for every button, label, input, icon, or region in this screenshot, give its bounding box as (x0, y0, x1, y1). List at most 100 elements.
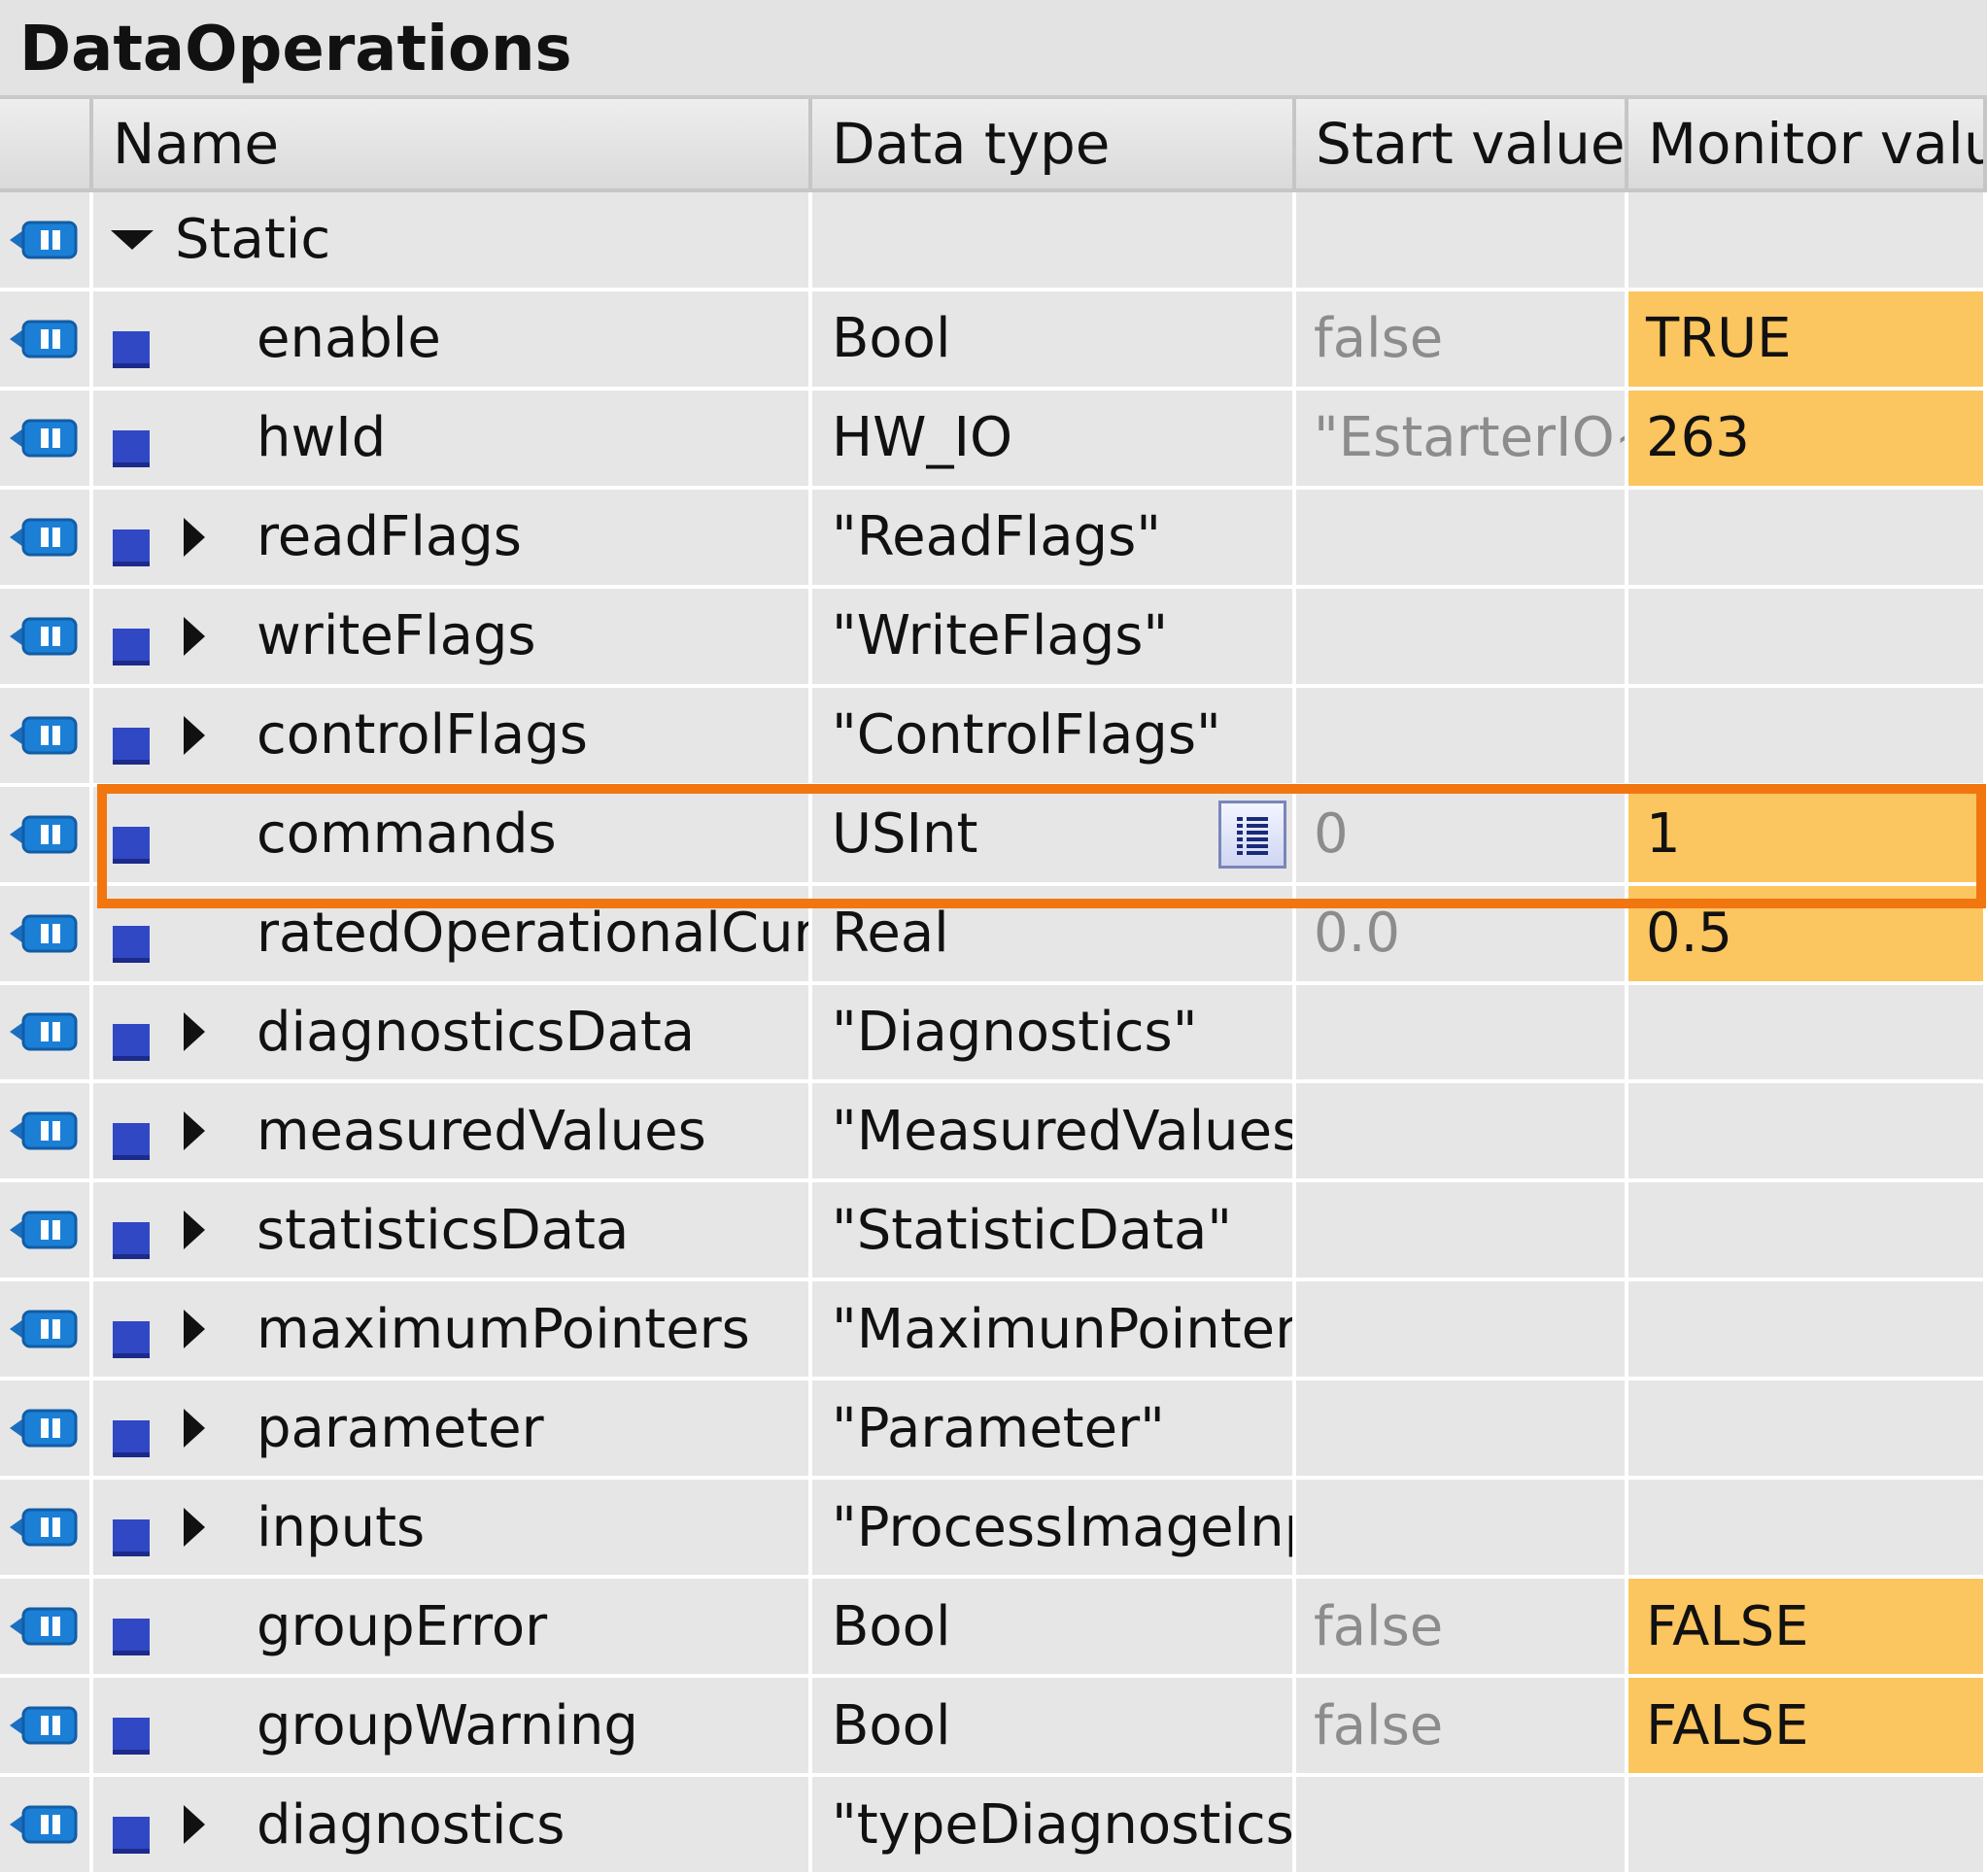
row-static-type-cell[interactable] (812, 192, 1296, 291)
row-measuredvalues-start-value[interactable] (1296, 1083, 1628, 1183)
row-groupwarning-start-value[interactable]: false (1296, 1678, 1628, 1778)
row-ratedoperationalcurr-name-cell[interactable]: ratedOperationalCurr... (93, 885, 812, 985)
row-statisticsdata-monitor-value (1628, 1182, 1987, 1282)
row-commands-start-value[interactable]: 0 (1296, 786, 1628, 886)
collapse-triangle-icon[interactable] (175, 1012, 214, 1052)
collapse-triangle-icon[interactable] (175, 1409, 214, 1449)
row-diagnosticsdata-name-cell[interactable]: diagnosticsData (93, 984, 812, 1084)
row-diagnostics-monitor-value (1628, 1777, 1987, 1876)
header-icon-column (0, 99, 93, 192)
row-readflags-monitor-value (1628, 489, 1987, 589)
row-commands-name-cell[interactable]: commands (93, 786, 812, 886)
row-parameter-start-value[interactable] (1296, 1381, 1628, 1481)
collapse-triangle-icon[interactable] (175, 1211, 214, 1250)
row-readflags-name-cell[interactable]: readFlags (93, 489, 812, 589)
row-commands-type-cell[interactable]: USInt (812, 786, 1296, 886)
row-statisticsdata-name-cell[interactable]: statisticsData (93, 1182, 812, 1282)
row-parameter-type-cell[interactable]: "Parameter" (812, 1381, 1296, 1481)
member-name: groupWarning (257, 1693, 638, 1757)
interface-icon-cell (0, 1381, 93, 1481)
interface-icon-cell (0, 786, 93, 886)
header-start-value[interactable]: Start value (1296, 99, 1628, 192)
row-statisticsdata-start-value[interactable] (1296, 1182, 1628, 1282)
interface-icon-cell (0, 1678, 93, 1778)
interface-icon-cell (0, 885, 93, 985)
row-ratedoperationalcurr-start-value[interactable]: 0.0 (1296, 885, 1628, 985)
row-writeflags-name-cell[interactable]: writeFlags (93, 588, 812, 688)
row-grouperror-start-value[interactable]: false (1296, 1579, 1628, 1679)
member-name: enable (257, 307, 441, 371)
row-groupwarning-monitor-value: FALSE (1628, 1678, 1987, 1778)
row-hwid-type-cell[interactable]: HW_IO (812, 390, 1296, 490)
row-enable-type-cell[interactable]: Bool (812, 290, 1296, 391)
row-diagnosticsdata-monitor-value (1628, 984, 1987, 1084)
collapse-triangle-icon[interactable] (175, 1310, 214, 1349)
row-readflags-start-value[interactable] (1296, 489, 1628, 589)
row-parameter-name-cell[interactable]: parameter (93, 1381, 812, 1481)
row-static-start-value[interactable] (1296, 192, 1628, 291)
expand-triangle-icon[interactable] (111, 229, 154, 250)
row-hwid-monitor-value: 263 (1628, 390, 1987, 490)
row-maximumpointers-type-cell[interactable]: "MaximunPointer" (812, 1281, 1296, 1381)
row-commands-monitor-value: 1 (1628, 786, 1987, 886)
row-readflags-type-cell[interactable]: "ReadFlags" (812, 489, 1296, 589)
row-writeflags-monitor-value (1628, 588, 1987, 688)
row-inputs-type-cell[interactable]: "ProcessImageInp... (812, 1480, 1296, 1580)
row-maximumpointers-name-cell[interactable]: maximumPointers (93, 1281, 812, 1381)
row-measuredvalues-type-cell[interactable]: "MeasuredValues" (812, 1083, 1296, 1183)
header-monitor-value[interactable]: Monitor value (1628, 99, 1987, 192)
row-diagnosticsdata-type-cell[interactable]: "Diagnostics" (812, 984, 1296, 1084)
row-groupwarning-type-cell[interactable]: Bool (812, 1678, 1296, 1778)
data-type-text: "MeasuredValues" (832, 1099, 1296, 1163)
row-static-monitor-value (1628, 192, 1987, 291)
row-diagnostics-name-cell[interactable]: diagnostics (93, 1777, 812, 1876)
collapse-triangle-icon[interactable] (175, 517, 214, 557)
data-type-text: "Parameter" (832, 1396, 1165, 1460)
row-controlflags-name-cell[interactable]: controlFlags (93, 687, 812, 787)
member-name: commands (257, 802, 557, 867)
row-controlflags-type-cell[interactable]: "ControlFlags" (812, 687, 1296, 787)
row-diagnosticsdata-start-value[interactable] (1296, 984, 1628, 1084)
static-interface-icon (10, 1706, 78, 1745)
static-interface-icon (10, 617, 78, 656)
row-measuredvalues-name-cell[interactable]: measuredValues (93, 1083, 812, 1183)
member-name: diagnostics (257, 1792, 565, 1857)
row-diagnostics-start-value[interactable] (1296, 1777, 1628, 1876)
member-square-icon (113, 1024, 150, 1062)
collapse-triangle-icon[interactable] (175, 715, 214, 755)
collapse-triangle-icon[interactable] (175, 616, 214, 656)
row-inputs-start-value[interactable] (1296, 1480, 1628, 1580)
row-controlflags-start-value[interactable] (1296, 687, 1628, 787)
collapse-triangle-icon[interactable] (175, 1111, 214, 1151)
member-name: controlFlags (257, 703, 588, 767)
row-enable-start-value[interactable]: false (1296, 290, 1628, 391)
member-name: groupError (257, 1594, 548, 1658)
row-grouperror-type-cell[interactable]: Bool (812, 1579, 1296, 1679)
row-ratedoperationalcurr-type-cell[interactable]: Real (812, 885, 1296, 985)
row-inputs-name-cell[interactable]: inputs (93, 1480, 812, 1580)
row-grouperror-name-cell[interactable]: groupError (93, 1579, 812, 1679)
row-enable-name-cell[interactable]: enable (93, 290, 812, 391)
row-diagnostics-type-cell[interactable]: "typeDiagnostics" (812, 1777, 1296, 1876)
row-hwid-name-cell[interactable]: hwId (93, 390, 812, 490)
member-square-icon (113, 1619, 150, 1656)
member-square-icon (113, 429, 150, 467)
row-writeflags-type-cell[interactable]: "WriteFlags" (812, 588, 1296, 688)
collapse-triangle-icon[interactable] (175, 1805, 214, 1845)
row-writeflags-start-value[interactable] (1296, 588, 1628, 688)
member-square-icon (113, 826, 150, 864)
row-groupwarning-name-cell[interactable]: groupWarning (93, 1678, 812, 1778)
static-interface-icon (10, 1409, 78, 1448)
data-type-text: "Diagnostics" (832, 1000, 1198, 1064)
static-interface-icon (10, 1211, 78, 1249)
list-button-icon[interactable] (1218, 800, 1286, 869)
row-statisticsdata-type-cell[interactable]: "StatisticData" (812, 1182, 1296, 1282)
row-hwid-start-value[interactable]: "EstarterIO~... (1296, 390, 1628, 490)
header-data-type[interactable]: Data type (812, 99, 1296, 192)
header-name[interactable]: Name (93, 99, 812, 192)
member-name: parameter (257, 1396, 544, 1460)
row-static-name-cell[interactable]: Static (93, 192, 812, 291)
row-maximumpointers-start-value[interactable] (1296, 1281, 1628, 1381)
interface-icon-cell (0, 588, 93, 688)
collapse-triangle-icon[interactable] (175, 1508, 214, 1548)
